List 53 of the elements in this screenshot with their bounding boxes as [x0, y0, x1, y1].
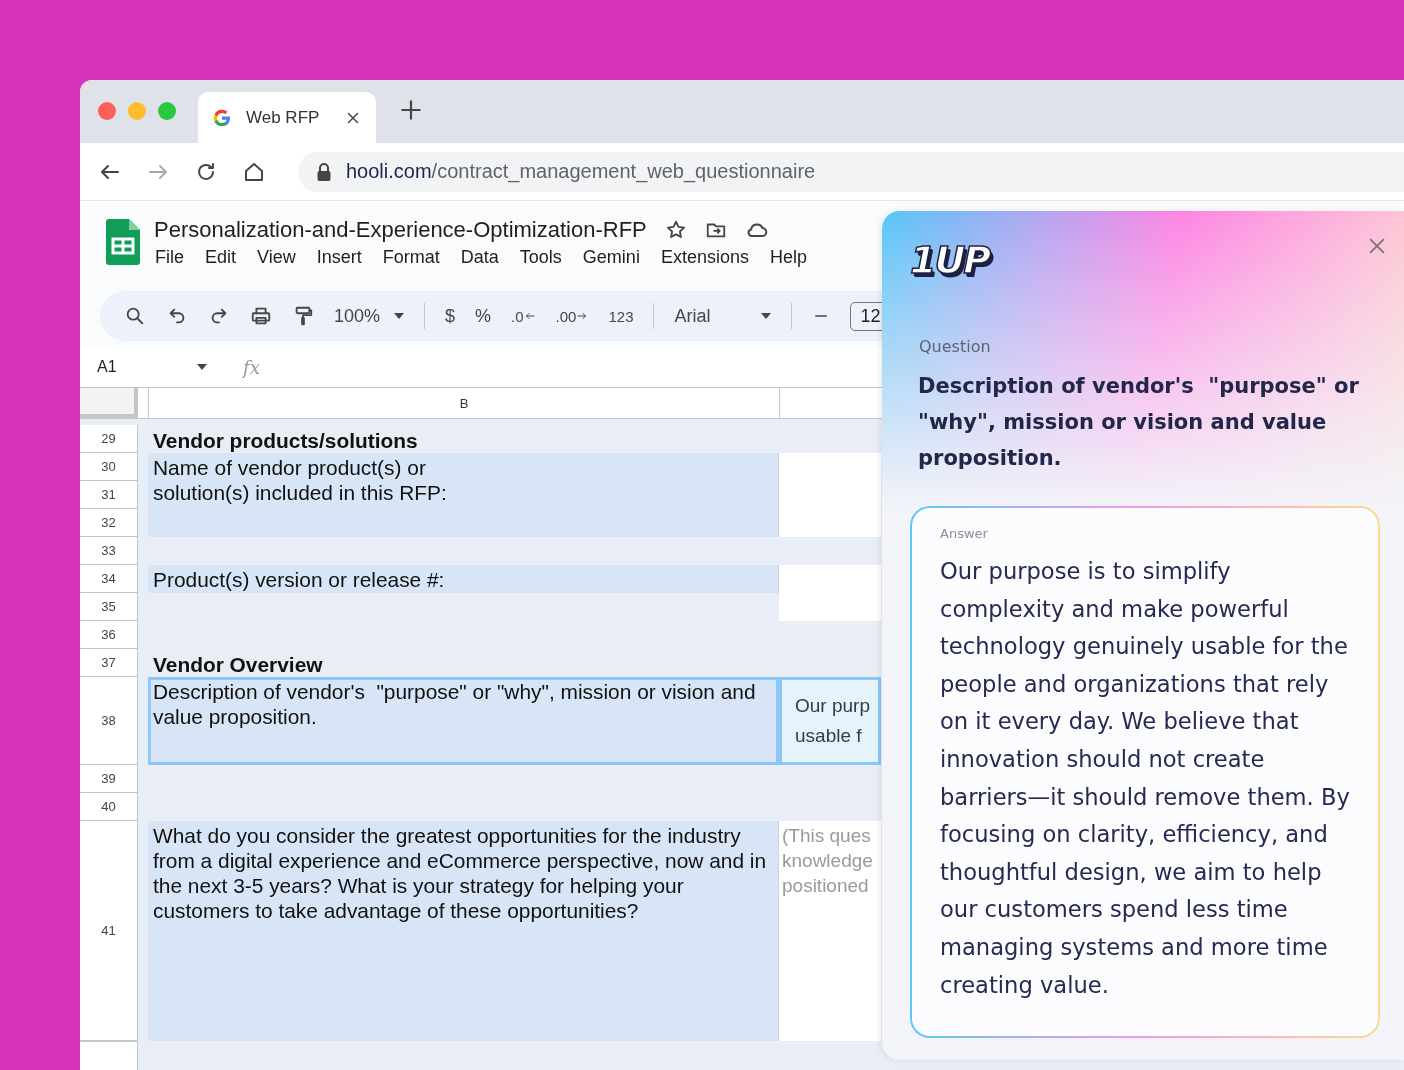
row-header[interactable]: 34 [80, 565, 137, 593]
menu-item[interactable]: File [155, 247, 184, 268]
google-icon [212, 107, 232, 128]
address-bar[interactable]: hooli.com/contract_management_web_questionnaire [298, 151, 1404, 192]
right-arrow-icon[interactable] [576, 310, 589, 322]
menu-item[interactable]: Tools [519, 247, 562, 268]
caret-icon[interactable] [760, 313, 771, 319]
question-cell[interactable]: Description of vendor's "purpose" or "why", mission or vision and value proposition. [148, 677, 779, 765]
logo: 1UP [910, 237, 990, 283]
menu-item[interactable]: View [257, 247, 296, 268]
document-title[interactable]: Personalization-and-Experience-Optimization-RFP [154, 217, 647, 243]
row-header[interactable]: 30 [80, 453, 137, 481]
font-select[interactable]: Arial [674, 305, 711, 327]
percent-format-button[interactable]: % [475, 305, 492, 327]
name-box[interactable]: A1 [97, 358, 117, 376]
row-header[interactable]: 39 [80, 765, 137, 793]
increase-decimals-button[interactable]: .00 [555, 307, 577, 325]
question-label: Question [919, 337, 992, 356]
answer-label: Answer [940, 526, 989, 541]
browser-tab[interactable]: Web RFP [198, 92, 376, 143]
spreadsheet-logo-icon [106, 219, 140, 265]
currency-format-button[interactable]: $ [445, 305, 456, 327]
row-header[interactable]: 31 [80, 481, 137, 509]
left-arrow-icon[interactable] [523, 310, 536, 322]
answer-cell[interactable] [779, 565, 881, 621]
question-cell[interactable]: Product(s) version or release #: [148, 565, 779, 593]
url-text: hooli.com/contract_management_web_questionnaire [346, 160, 816, 183]
answer-cell[interactable]: Our purp usable f [779, 677, 881, 765]
star-icon[interactable] [664, 219, 687, 241]
number-format-button[interactable]: 123 [608, 307, 634, 325]
search-icon[interactable] [124, 305, 146, 327]
decrease-decimals-button[interactable]: .0 [511, 307, 524, 325]
menu-item[interactable]: Gemini [582, 247, 640, 268]
answer-text: Our purpose is to simplify complexity and make powerful technology genuinely usable for the people and organizations that rely on it every day. We believe that innovation should not create barriers—it should remove them. By focusing on clarity, efficiency, and thoughtful design, we aim to help our customers spend less time managing systems and more time creating value. [940, 557, 1351, 1000]
question-cell[interactable]: What do you consider the greatest opportunities for the industry from a digital experience and eCommerce perspective, now and in the next 3-5 years? What is your strategy for helping your customers to take advantage of these opportunities? [148, 821, 779, 1041]
menu-item[interactable]: Edit [205, 247, 237, 268]
caret-icon[interactable] [197, 364, 207, 370]
formula-icon: fx [243, 356, 260, 378]
menu-item[interactable]: Insert [316, 247, 362, 268]
section-heading: Vendor Overview [152, 652, 324, 677]
answer-cell[interactable] [779, 453, 881, 537]
menu-item[interactable]: Format [382, 247, 440, 268]
question-text: Description of vendor's "purpose" or "why", mission or vision and value proposition. [918, 373, 1360, 472]
section-heading: Vendor products/solutions [152, 428, 419, 453]
menu-item[interactable]: Data [460, 247, 499, 268]
menu-item[interactable]: Extensions [660, 247, 749, 268]
question-cell[interactable]: Name of vendor product(s) or solution(s) included in this RFP: [148, 453, 779, 537]
zoom-select[interactable]: 100% [334, 305, 381, 327]
menu-item[interactable]: Help [769, 247, 807, 268]
lock-icon [316, 162, 332, 181]
caret-icon[interactable] [394, 313, 405, 319]
print-icon[interactable] [250, 305, 272, 327]
tab-title: Web RFP [246, 107, 321, 128]
